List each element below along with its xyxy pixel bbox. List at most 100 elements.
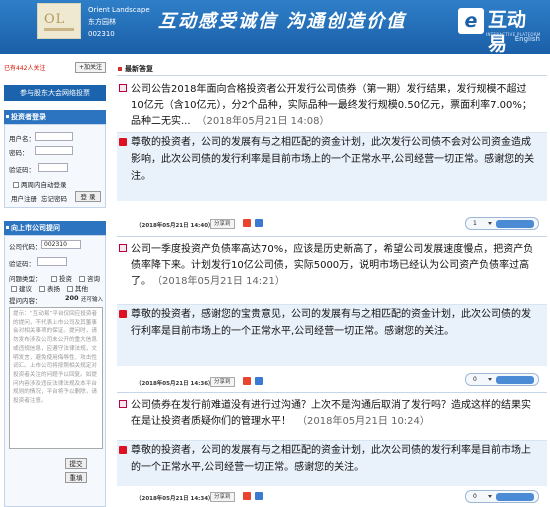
share-button[interactable]: 分享到 [210, 492, 235, 502]
remember-checkbox[interactable] [13, 182, 19, 188]
qq-icon[interactable] [255, 219, 263, 227]
question-body: 公司公告2018年面向合格投资者公开发行公司债券（第一期）发行结果，发行规模不超… [131, 84, 532, 127]
ask-captcha-input[interactable] [37, 257, 67, 266]
vote-count: 0 [473, 376, 477, 383]
captcha-input[interactable] [38, 163, 68, 172]
char-limit: 200 [65, 294, 79, 302]
register-link[interactable]: 用户注册 [11, 193, 37, 203]
question-time: （2018年05月21日 14:08） [196, 116, 330, 127]
follow-count: 已有442人关注 [4, 65, 46, 72]
brand-logo[interactable]: e 互动易 INTERACTIVE PLATFORM [458, 8, 544, 55]
divider [117, 392, 547, 393]
weibo-icon[interactable] [243, 492, 251, 500]
answer-icon [119, 310, 127, 318]
type-option-praise[interactable]: 表扬 [39, 283, 60, 293]
login-button[interactable]: 登 录 [75, 191, 101, 202]
weibo-icon[interactable] [243, 377, 251, 385]
sidebar: 已有442人关注 +加关注 参与股东大会网络投票 投资者登录 用户名： 密码： … [0, 54, 110, 507]
dropdown-arrow-icon [488, 222, 492, 225]
company-logo[interactable]: OL [37, 3, 81, 39]
vote-widget[interactable]: 0 [465, 373, 539, 386]
share-button[interactable]: 分享到 [210, 377, 235, 387]
useful-button[interactable] [496, 493, 534, 501]
login-panel: 用户名： 密码： 验证码： 两周内自动登录 用户注册 忘记密码 登 录 [4, 124, 106, 208]
answer-block: 尊敬的投资者，公司的发展有与之相匹配的资金计划，此次公司债的发行利率是目前市场上… [117, 440, 547, 486]
useful-button[interactable] [496, 220, 534, 228]
divider [117, 236, 547, 237]
qq-icon[interactable] [255, 492, 263, 500]
follow-bar: 已有442人关注 +加关注 [4, 61, 106, 74]
type-option-label: 投资 [59, 275, 72, 283]
question-text: 公司一季度投资产负债率高达70%，应该是历史新高了，希望公司发展速度慢点，把资产… [131, 242, 535, 290]
dropdown-arrow-icon [488, 495, 492, 498]
qq-icon[interactable] [255, 377, 263, 385]
follow-button[interactable]: +加关注 [74, 62, 106, 73]
type-option-invest[interactable]: 投资 [51, 273, 72, 283]
login-title: 投资者登录 [11, 113, 46, 121]
vote-widget[interactable]: 1 [465, 217, 539, 230]
brand-badge-icon: e [458, 8, 484, 34]
vote-widget[interactable]: 0 [465, 490, 539, 503]
radio-icon [67, 286, 73, 292]
question-textarea[interactable]: 提示：“互动易”平台仅回应投资者的提问，不代表上市公司及其董事会对相关事项的保证… [9, 307, 103, 449]
company-name-cn: 东方园林 [88, 18, 116, 26]
question-text: 公司公告2018年面向合格投资者公开发行公司债券（第一期）发行结果，发行规模不超… [131, 82, 535, 130]
question-icon [119, 244, 127, 252]
type-option-other[interactable]: 其他 [67, 283, 88, 293]
ask-panel: 公司代码： 002310 验证码： 问题类型： 投资 咨询 建议 表扬 其他 提… [4, 235, 106, 507]
type-option-consult[interactable]: 咨询 [79, 273, 100, 283]
stock-code: 002310 [88, 30, 115, 38]
bullet-icon [118, 67, 122, 71]
remember-row[interactable]: 两周内自动登录 [13, 179, 67, 189]
section-title: 最新答复 [125, 65, 153, 73]
site-slogan: 互动感受诚信 沟通创造价值 [158, 11, 407, 32]
company-code-input[interactable]: 002310 [41, 240, 81, 249]
submit-button[interactable]: 提交 [65, 458, 87, 469]
forgot-password-link[interactable]: 忘记密码 [41, 193, 67, 203]
type-option-label: 表扬 [47, 285, 60, 293]
username-input[interactable] [35, 132, 73, 141]
type-option-label: 建议 [19, 285, 32, 293]
password-input[interactable] [35, 146, 73, 155]
question-time: （2018年05月21日 14:21） [157, 276, 285, 287]
vote-count: 1 [473, 220, 477, 227]
company-code-label: 公司代码： [9, 243, 42, 251]
share-button[interactable]: 分享到 [210, 219, 235, 229]
answer-time: （2018年05月21日 14:36） [136, 381, 214, 387]
type-option-label: 咨询 [87, 275, 100, 283]
logo-mark: OL [44, 12, 66, 27]
company-info: Orient Landscape 东方园林 002310 [88, 4, 150, 40]
answer-text: 尊敬的投资者，感谢您的宝贵意见，公司的发展有与之相匹配的资金计划，此次公司债的发… [131, 309, 531, 337]
english-link[interactable]: English [515, 35, 540, 43]
question-icon [119, 84, 127, 92]
question-icon [119, 400, 127, 408]
answer-block: 尊敬的投资者，公司的发展有与之相匹配的资金计划，此次发行公司债不会对公司资金造成… [117, 132, 547, 201]
question-text: 公司债券在发行前难道没有进行过沟通？上次不是沟通后取消了发行吗？造成这样的结果实… [131, 398, 535, 430]
section-header: 最新答复 [117, 62, 547, 76]
main-content: 最新答复 公司公告2018年面向合格投资者公开发行公司债券（第一期）发行结果，发… [117, 62, 547, 507]
question-time: （2018年05月21日 10:24） [297, 416, 430, 427]
question-type-label: 问题类型： [9, 275, 42, 283]
vote-button[interactable]: 参与股东大会网络投票 [4, 85, 106, 101]
radio-icon [79, 276, 85, 282]
radio-icon [39, 286, 45, 292]
captcha-label: 验证码： [9, 166, 35, 174]
login-panel-title: 投资者登录 [4, 110, 106, 124]
content-label: 提问内容： [9, 297, 42, 305]
radio-icon [11, 286, 17, 292]
remember-label: 两周内自动登录 [21, 181, 67, 189]
reset-button[interactable]: 重填 [65, 472, 87, 483]
weibo-icon[interactable] [243, 219, 251, 227]
answer-time: （2018年05月21日 14:40） [136, 223, 214, 229]
type-option-suggest[interactable]: 建议 [11, 283, 32, 293]
useful-button[interactable] [496, 376, 534, 384]
site-header: OL Orient Landscape 东方园林 002310 互动感受诚信 沟… [0, 0, 550, 55]
answer-time: （2018年05月21日 14:34） [136, 496, 214, 502]
bullet-icon [6, 226, 9, 229]
answer-text: 尊敬的投资者，公司的发展有与之相匹配的资金计划，此次发行公司债不会对公司资金造成… [131, 137, 535, 182]
char-limit-suffix: 还可输入 [81, 297, 104, 303]
ask-captcha-label: 验证码： [9, 260, 35, 268]
password-label: 密码： [9, 149, 29, 157]
answer-icon [119, 138, 127, 146]
company-name-en: Orient Landscape [88, 6, 150, 14]
